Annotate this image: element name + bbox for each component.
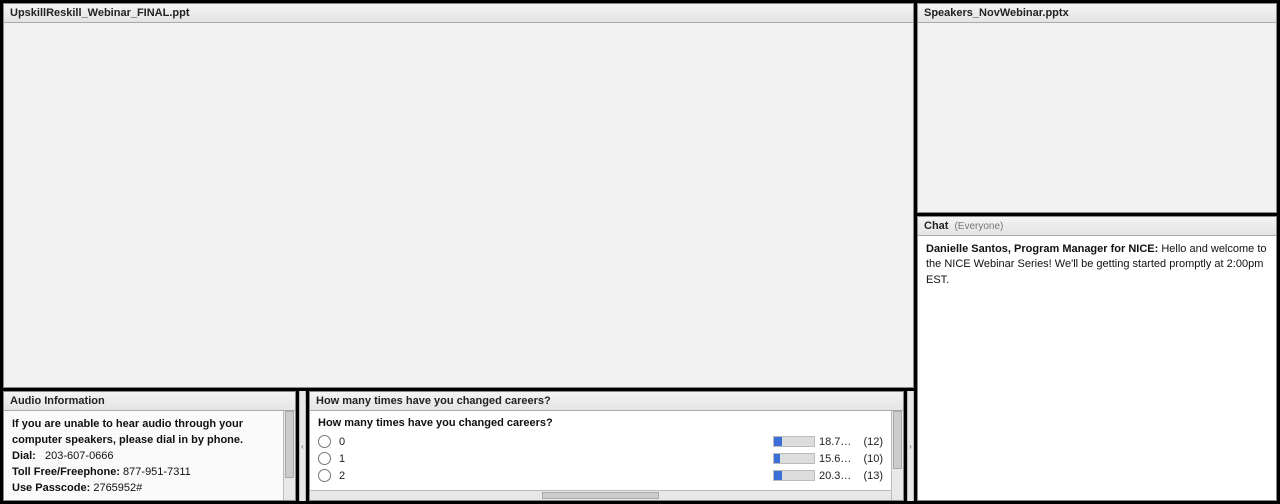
- poll-option-label: 1: [339, 453, 359, 465]
- poll-option-row[interactable]: 1 15.6… (10): [310, 450, 891, 467]
- poll-option-count: (10): [853, 453, 883, 465]
- chat-panel: Chat (Everyone) Danielle Santos, Program…: [917, 216, 1277, 501]
- poll-v-scrollbar-thumb[interactable]: [893, 411, 902, 469]
- chat-title-bar[interactable]: Chat (Everyone): [918, 217, 1276, 236]
- poll-panel: How many times have you changed careers?…: [309, 391, 904, 501]
- audio-info-title-bar[interactable]: Audio Information: [4, 392, 295, 411]
- chat-message: Danielle Santos, Program Manager for NIC…: [926, 242, 1268, 288]
- speakers-panel: Speakers_NovWebinar.pptx: [917, 3, 1277, 213]
- poll-bar-track: [773, 470, 815, 481]
- audio-scrollbar-thumb[interactable]: [285, 411, 294, 478]
- poll-option-label: 2: [339, 470, 359, 482]
- audio-passcode-row: Use Passcode: 2765952#: [12, 481, 275, 497]
- speakers-body: [918, 23, 1276, 212]
- poll-bar-fill: [774, 454, 780, 463]
- chat-title: Chat: [924, 220, 948, 232]
- audio-scrollbar[interactable]: [283, 411, 295, 500]
- audio-info-title: Audio Information: [10, 395, 105, 407]
- bottom-row: Audio Information If you are unable to h…: [3, 391, 914, 501]
- poll-option-count: (13): [853, 470, 883, 482]
- audio-info-panel: Audio Information If you are unable to h…: [3, 391, 296, 501]
- left-column: UpskillReskill_Webinar_FINAL.ppt Audio I…: [3, 3, 914, 501]
- poll-options: 0 18.7… (12) 1: [310, 433, 891, 490]
- poll-option-label: 0: [339, 436, 359, 448]
- poll-radio-0[interactable]: [318, 435, 331, 448]
- poll-bar-fill: [774, 471, 782, 480]
- poll-option-count: (12): [853, 436, 883, 448]
- main-slide-panel: UpskillReskill_Webinar_FINAL.ppt: [3, 3, 914, 388]
- poll-radio-2[interactable]: [318, 469, 331, 482]
- poll-option-pct: 18.7…: [815, 436, 853, 448]
- audio-dial-row: Dial: 203-607-0666: [12, 449, 275, 465]
- speakers-title: Speakers_NovWebinar.pptx: [924, 7, 1069, 19]
- audio-toll-label: Toll Free/Freephone:: [12, 466, 120, 478]
- audio-dial-number: 203-607-0666: [45, 450, 114, 462]
- poll-option-pct: 20.3…: [815, 470, 853, 482]
- main-slide-title-bar[interactable]: UpskillReskill_Webinar_FINAL.ppt: [4, 4, 913, 23]
- audio-toll-row: Toll Free/Freephone: 877-951-7311: [12, 465, 275, 481]
- poll-title-bar[interactable]: How many times have you changed careers?: [310, 392, 903, 411]
- audio-info-content: If you are unable to hear audio through …: [4, 411, 283, 500]
- audio-dial-label: Dial:: [12, 450, 36, 462]
- collapse-handle-left[interactable]: ‹: [299, 391, 306, 501]
- collapse-handle-right[interactable]: ›: [907, 391, 914, 501]
- poll-bar-track: [773, 436, 815, 447]
- main-slide-title: UpskillReskill_Webinar_FINAL.ppt: [10, 7, 190, 19]
- poll-body: How many times have you changed careers?…: [310, 411, 903, 500]
- audio-passcode: 2765952#: [93, 482, 142, 494]
- poll-bar-fill: [774, 437, 782, 446]
- poll-v-scrollbar[interactable]: [891, 411, 903, 500]
- right-column: Speakers_NovWebinar.pptx Chat (Everyone)…: [917, 3, 1277, 501]
- poll-radio-1[interactable]: [318, 452, 331, 465]
- app-root: UpskillReskill_Webinar_FINAL.ppt Audio I…: [0, 0, 1280, 504]
- chat-scope: (Everyone): [954, 221, 1003, 232]
- poll-option-pct: 15.6…: [815, 453, 853, 465]
- poll-question: How many times have you changed careers?: [310, 411, 891, 433]
- poll-h-scrollbar[interactable]: [310, 490, 891, 500]
- speakers-title-bar[interactable]: Speakers_NovWebinar.pptx: [918, 4, 1276, 23]
- chat-body[interactable]: Danielle Santos, Program Manager for NIC…: [918, 236, 1276, 500]
- audio-passcode-label: Use Passcode:: [12, 482, 90, 494]
- main-slide-body: [4, 23, 913, 387]
- audio-line-instruction: If you are unable to hear audio through …: [12, 417, 275, 449]
- poll-bar-track: [773, 453, 815, 464]
- poll-h-scrollbar-thumb[interactable]: [542, 492, 658, 499]
- poll-title: How many times have you changed careers?: [316, 395, 551, 407]
- chat-sender: Danielle Santos, Program Manager for NIC…: [926, 243, 1158, 255]
- audio-info-body: If you are unable to hear audio through …: [4, 411, 295, 500]
- poll-option-row[interactable]: 0 18.7… (12): [310, 433, 891, 450]
- poll-option-row[interactable]: 2 20.3… (13): [310, 467, 891, 484]
- audio-toll-number: 877-951-7311: [123, 466, 191, 478]
